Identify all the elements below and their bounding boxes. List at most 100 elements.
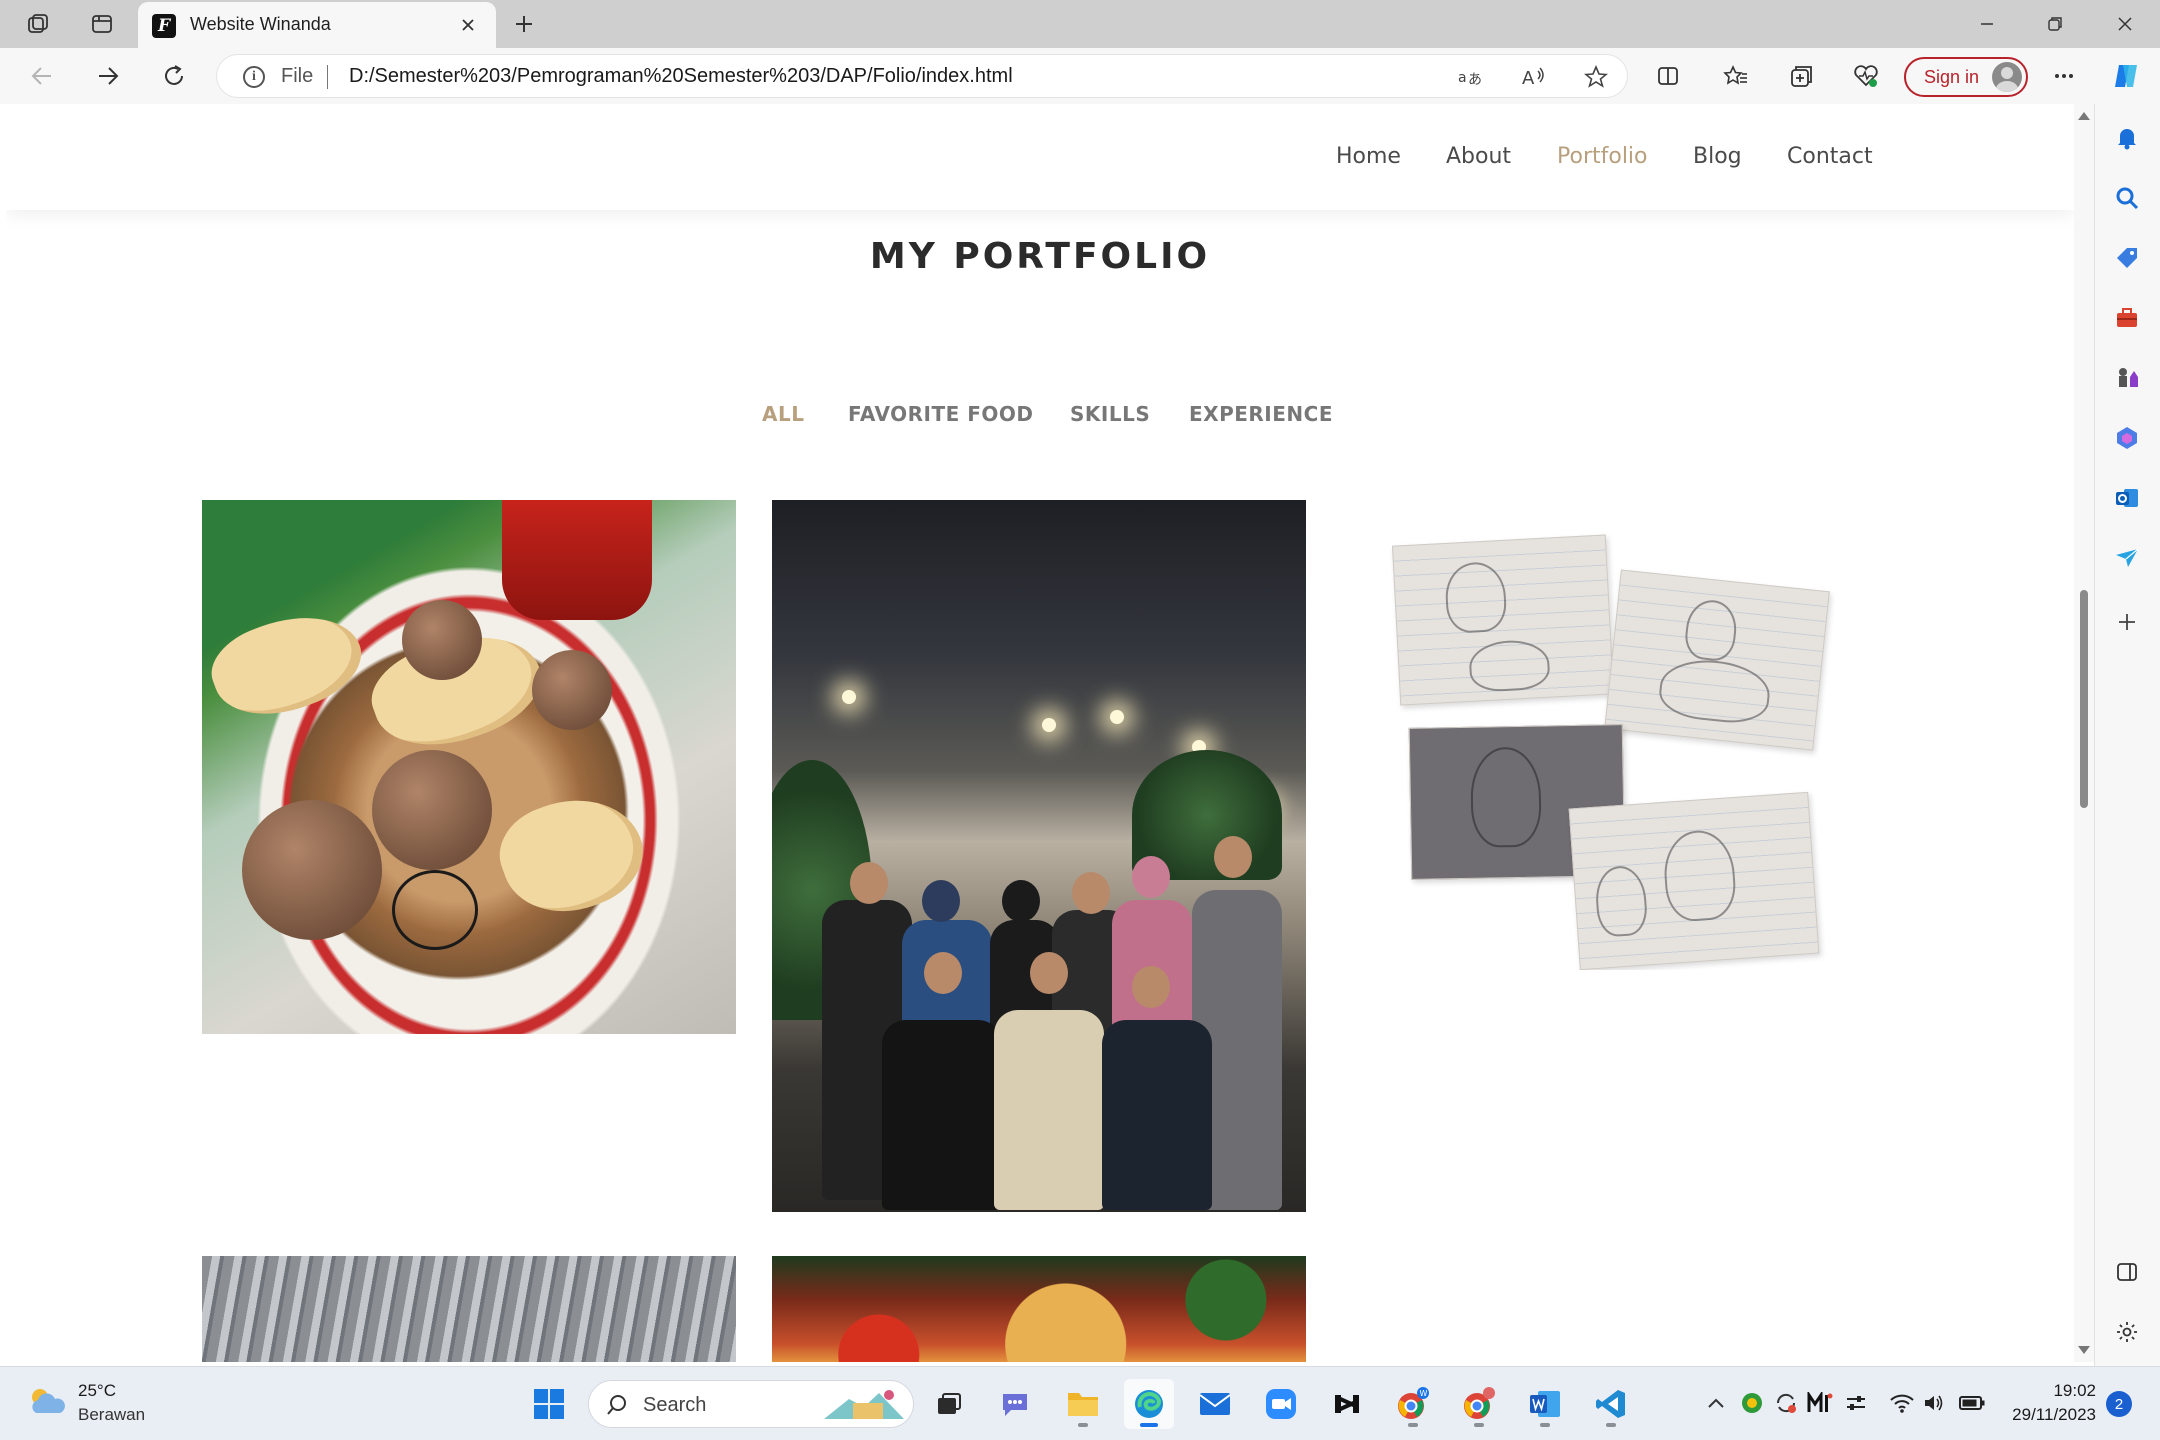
site-header: Home About Portfolio Blog Contact — [6, 104, 2074, 210]
portfolio-item-pizza-photo[interactable] — [772, 1256, 1306, 1362]
url-separator — [327, 65, 328, 89]
windows-start-icon[interactable] — [524, 1379, 574, 1429]
show-hidden-icons-chevron-icon[interactable] — [1702, 1389, 1730, 1417]
chrome-profile-icon[interactable] — [1454, 1379, 1504, 1429]
active-indicator — [1140, 1423, 1158, 1427]
browser-toolbar: i File D:/Semester%203/Pemrograman%20Sem… — [0, 48, 2160, 104]
search-icon[interactable] — [2109, 180, 2145, 216]
weather-temperature[interactable]: 25°C — [78, 1381, 116, 1401]
refresh-icon[interactable] — [152, 56, 196, 96]
person-figure — [1102, 1020, 1212, 1210]
translate-icon[interactable]: aあ — [1455, 63, 1485, 91]
word-icon[interactable] — [1520, 1379, 1570, 1429]
volume-icon[interactable] — [1920, 1389, 1948, 1417]
tab-actions-icon[interactable] — [82, 8, 122, 40]
address-bar[interactable]: i File D:/Semester%203/Pemrograman%20Sem… — [216, 54, 1628, 98]
teams-chat-icon[interactable] — [990, 1379, 1040, 1429]
battery-icon[interactable] — [1958, 1389, 1986, 1417]
read-aloud-icon[interactable]: A — [1519, 63, 1549, 91]
hide-sidebar-icon[interactable] — [2109, 1254, 2145, 1290]
sidebar-settings-gear-icon[interactable] — [2109, 1314, 2145, 1350]
microsoft-365-icon[interactable] — [2109, 420, 2145, 456]
scroll-thumb[interactable] — [2080, 590, 2088, 808]
copilot-icon[interactable] — [2106, 58, 2146, 94]
edge-browser-icon[interactable] — [1124, 1379, 1174, 1429]
wifi-icon[interactable] — [1888, 1389, 1916, 1417]
mail-icon[interactable] — [1190, 1379, 1240, 1429]
minimize-icon[interactable] — [1954, 0, 2020, 48]
url-text[interactable]: D:/Semester%203/Pemrograman%20Semester%2… — [349, 65, 1013, 88]
favorites-icon[interactable] — [1716, 58, 1756, 94]
nav-about-link[interactable]: About — [1446, 144, 1511, 169]
more-options-icon[interactable] — [2044, 58, 2084, 94]
sign-in-button[interactable]: Sign in — [1904, 57, 2028, 97]
send-paper-plane-icon[interactable] — [2109, 540, 2145, 576]
page-scrollbar[interactable] — [2074, 104, 2094, 1362]
close-window-icon[interactable] — [2092, 0, 2158, 48]
portfolio-item-food-bowl[interactable] — [202, 500, 736, 1034]
scroll-down-icon[interactable] — [2078, 1346, 2090, 1354]
capcut-icon[interactable] — [1322, 1379, 1372, 1429]
filter-experience[interactable]: EXPERIENCE — [1189, 402, 1333, 426]
portfolio-item-sketches[interactable] — [1376, 500, 1838, 970]
add-sidebar-app-icon[interactable] — [2109, 604, 2145, 640]
chrome-profile-w-icon[interactable]: W — [1388, 1379, 1438, 1429]
sketch-line — [1443, 560, 1508, 634]
taskbar-search-box[interactable]: Search — [588, 1380, 914, 1428]
sketch-line — [1683, 597, 1740, 663]
settings-sliders-tray-icon[interactable] — [1842, 1389, 1870, 1417]
person-head — [1030, 952, 1068, 994]
games-chess-icon[interactable] — [2109, 360, 2145, 396]
search-highlight-illustration-icon — [824, 1390, 904, 1419]
portfolio-item-roof-photo[interactable] — [202, 1256, 736, 1362]
string-light — [1042, 718, 1056, 732]
notification-count-badge[interactable]: 2 — [2106, 1391, 2132, 1417]
scroll-up-icon[interactable] — [2078, 112, 2090, 120]
site-info-icon[interactable]: i — [243, 66, 265, 88]
back-icon[interactable] — [20, 56, 64, 96]
sketch-sheet — [1604, 569, 1830, 751]
person-figure — [882, 1020, 1002, 1210]
forward-icon[interactable] — [86, 56, 130, 96]
security-shield-tray-icon[interactable] — [1738, 1389, 1766, 1417]
task-view-icon[interactable] — [924, 1379, 974, 1429]
nav-blog-link[interactable]: Blog — [1693, 144, 1742, 169]
nav-portfolio-link[interactable]: Portfolio — [1557, 144, 1648, 169]
notifications-bell-icon[interactable] — [2109, 120, 2145, 156]
person-head — [850, 862, 888, 904]
restore-icon[interactable] — [2022, 0, 2088, 48]
filter-favorite-food[interactable]: FAVORITE FOOD — [848, 402, 1034, 426]
new-tab-button[interactable] — [506, 8, 542, 40]
browser-tab-active[interactable]: F Website Winanda — [138, 2, 496, 48]
sync-tray-icon[interactable] — [1772, 1389, 1800, 1417]
weather-description[interactable]: Berawan — [78, 1405, 145, 1425]
nav-contact-link[interactable]: Contact — [1787, 144, 1873, 169]
zoom-meetings-icon[interactable] — [1256, 1379, 1306, 1429]
portfolio-item-group-photo[interactable] — [772, 500, 1306, 1212]
url-scheme-label: File — [281, 65, 314, 87]
vscode-icon[interactable] — [1586, 1379, 1636, 1429]
workspaces-icon[interactable] — [18, 8, 58, 40]
cloudy-weather-icon[interactable] — [26, 1385, 68, 1417]
close-tab-icon[interactable] — [454, 11, 482, 39]
browser-essentials-icon[interactable] — [1846, 58, 1886, 94]
app-m-tray-icon[interactable] — [1806, 1389, 1834, 1417]
split-screen-icon[interactable] — [1648, 58, 1688, 94]
file-explorer-icon[interactable] — [1058, 1379, 1108, 1429]
shopping-tag-icon[interactable] — [2109, 240, 2145, 276]
collections-icon[interactable] — [1782, 58, 1822, 94]
tools-briefcase-icon[interactable] — [2109, 300, 2145, 336]
edge-sidebar — [2094, 104, 2160, 1366]
filter-all[interactable]: ALL — [762, 402, 804, 426]
svg-text:あ: あ — [1468, 72, 1482, 88]
running-indicator — [1474, 1423, 1484, 1427]
nav-home-link[interactable]: Home — [1336, 144, 1401, 169]
clock-date[interactable]: 29/11/2023 — [1996, 1405, 2096, 1425]
filter-skills[interactable]: SKILLS — [1070, 402, 1150, 426]
outlook-icon[interactable] — [2109, 480, 2145, 516]
favorite-star-icon[interactable] — [1581, 63, 1611, 91]
clock-time[interactable]: 19:02 — [2016, 1381, 2096, 1401]
browser-titlebar: F Website Winanda — [0, 0, 2160, 48]
sketch-sheet — [1568, 791, 1820, 970]
person-figure — [994, 1010, 1104, 1210]
